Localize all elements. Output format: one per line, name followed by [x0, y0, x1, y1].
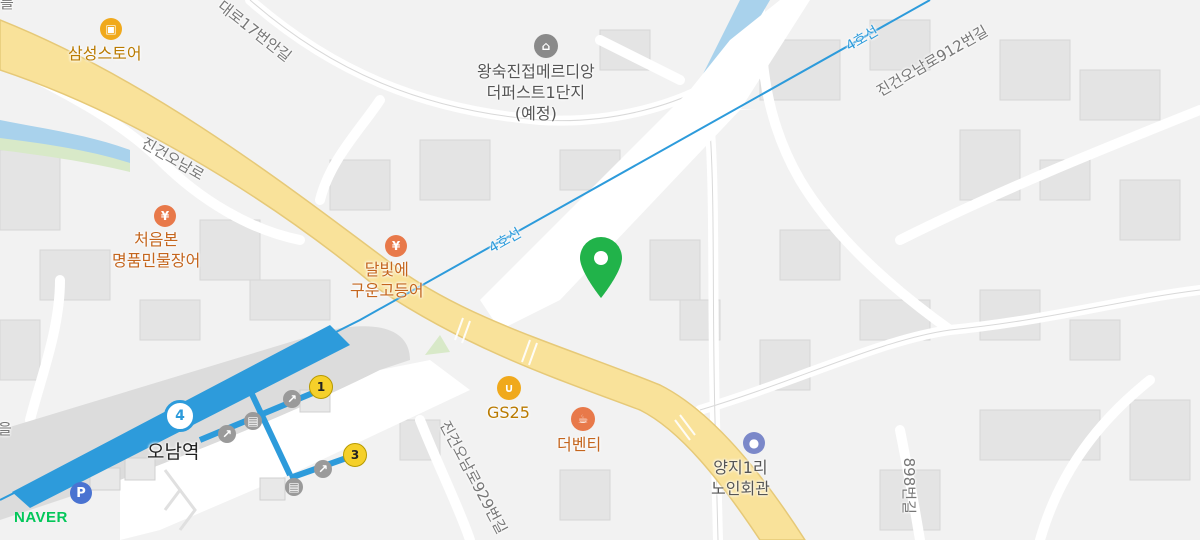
poi-samsung-store[interactable]: 삼성스토어 [68, 44, 142, 65]
elevator-icon: ▤ [244, 412, 262, 430]
poi-cheoeumbon[interactable]: 처음본 명품민물장어 [112, 230, 200, 272]
escalator-icon: ↗ [314, 460, 332, 478]
naver-logo: NAVER [14, 509, 68, 526]
edge-text-left: 을 [0, 420, 12, 438]
poi-apartment[interactable]: 왕숙진접메르디앙 더퍼스트1단지 (예정) [477, 62, 595, 124]
coffee-cup-icon[interactable]: ☕ [571, 407, 595, 431]
restaurant-icon[interactable]: ¥ [385, 235, 407, 257]
shopping-basket-icon[interactable]: ∪ [497, 376, 521, 400]
escalator-icon: ↗ [218, 425, 236, 443]
poi-yangji-seniorcenter[interactable]: 양지1리 노인회관 [711, 458, 770, 500]
shopping-bag-icon[interactable]: ▣ [100, 18, 122, 40]
road-label-898: 898번길 [899, 457, 918, 514]
map-canvas[interactable]: 진건오남로 진건오남로912번길 진건오남로929번길 898번길 대로17번안… [0, 0, 1200, 540]
restaurant-icon[interactable]: ¥ [154, 205, 176, 227]
house-icon[interactable]: ⌂ [534, 34, 558, 58]
location-marker-icon[interactable] [578, 236, 624, 300]
poi-gs25[interactable]: GS25 [487, 403, 530, 424]
escalator-icon: ↗ [283, 390, 301, 408]
elevator-icon: ▤ [285, 478, 303, 496]
poi-dalbit[interactable]: 달빛에 구운고등어 [350, 260, 424, 302]
station-line4-badge[interactable]: 4 [164, 400, 196, 432]
exit-3-badge[interactable]: 3 [343, 443, 367, 467]
poi-thebenti[interactable]: 더벤티 [557, 435, 601, 456]
parking-icon[interactable]: P [70, 482, 92, 504]
circle-dot-icon[interactable]: ● [743, 432, 765, 454]
exit-1-badge[interactable]: 1 [309, 375, 333, 399]
edge-text-top: 를 [0, 0, 14, 12]
station-name-label[interactable]: 오남역 [147, 440, 199, 465]
